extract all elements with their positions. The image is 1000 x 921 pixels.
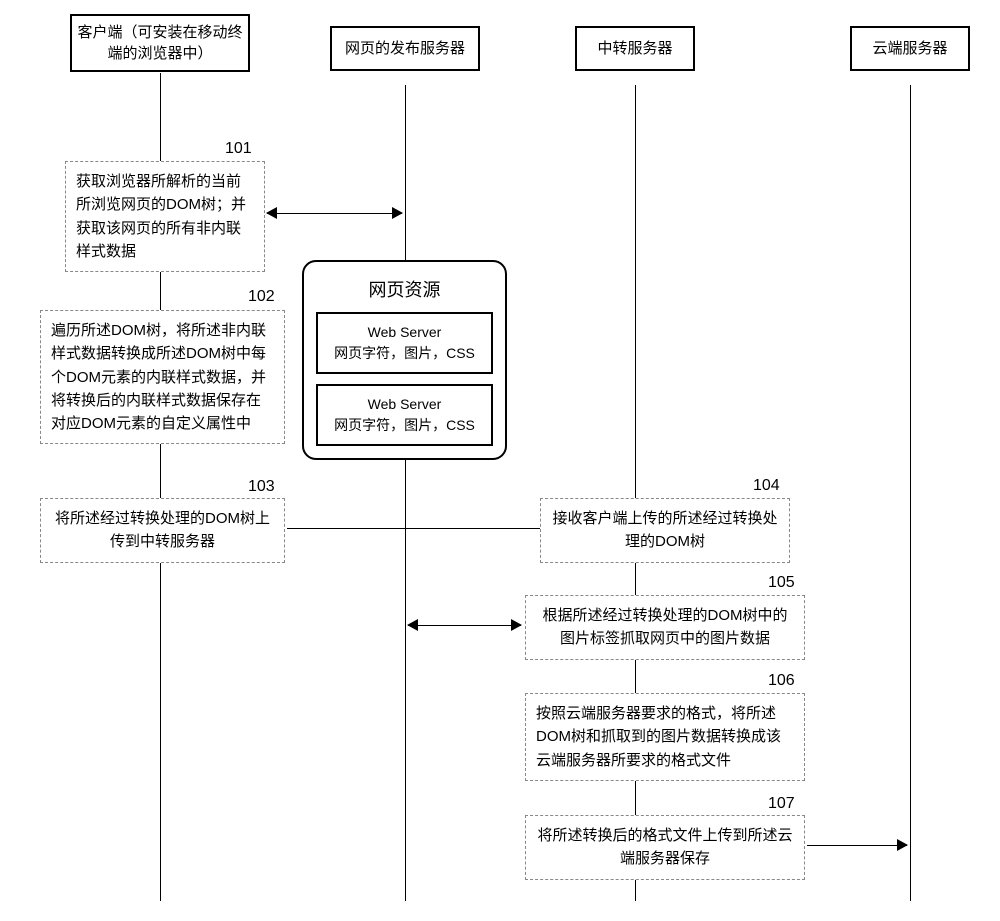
step-104-box: 接收客户端上传的所述经过转换处理的DOM树 <box>540 498 790 563</box>
step-101-label: 101 <box>225 140 252 158</box>
resource-server-2-name: Web Server <box>328 394 481 415</box>
step-101-text: 获取浏览器所解析的当前所浏览网页的DOM树；并获取该网页的所有非内联样式数据 <box>76 173 246 260</box>
step-107-label: 107 <box>768 795 795 813</box>
participant-client-label: 客户端（可安装在移动终端的浏览器中） <box>77 24 242 62</box>
step-107-text: 将所述转换后的格式文件上传到所述云端服务器保存 <box>537 827 792 867</box>
step-106-box: 按照云端服务器要求的格式，将所述DOM树和抓取到的图片数据转换成该云端服务器所要… <box>525 693 805 781</box>
resource-server-2: Web Server 网页字符，图片，CSS <box>316 384 493 446</box>
step-106-label: 106 <box>768 672 795 690</box>
arrow-105 <box>408 625 521 626</box>
participant-relay: 中转服务器 <box>575 26 695 71</box>
step-104-label: 104 <box>753 477 780 495</box>
participant-cloud: 云端服务器 <box>850 26 970 71</box>
participant-cloud-label: 云端服务器 <box>872 40 947 57</box>
arrow-107 <box>807 845 907 846</box>
participant-publish: 网页的发布服务器 <box>330 26 480 71</box>
step-105-label: 105 <box>768 574 795 592</box>
resource-group: 网页资源 Web Server 网页字符，图片，CSS Web Server 网… <box>302 260 507 460</box>
step-102-text: 遍历所述DOM树，将所述非内联样式数据转换成所述DOM树中每个DOM元素的内联样… <box>51 322 266 432</box>
step-102-label: 102 <box>248 288 275 306</box>
lifeline-cloud <box>910 85 911 901</box>
resource-server-1: Web Server 网页字符，图片，CSS <box>316 312 493 374</box>
step-101-box: 获取浏览器所解析的当前所浏览网页的DOM树；并获取该网页的所有非内联样式数据 <box>65 161 265 272</box>
step-102-box: 遍历所述DOM树，将所述非内联样式数据转换成所述DOM树中每个DOM元素的内联样… <box>40 310 285 444</box>
arrow-101 <box>267 213 402 214</box>
step-105-box: 根据所述经过转换处理的DOM树中的图片标签抓取网页中的图片数据 <box>525 595 805 660</box>
participant-relay-label: 中转服务器 <box>597 40 672 57</box>
participant-client: 客户端（可安装在移动终端的浏览器中） <box>70 14 250 72</box>
resource-title: 网页资源 <box>316 276 493 302</box>
lifeline-publish <box>405 85 406 901</box>
resource-server-1-name: Web Server <box>328 322 481 343</box>
step-103-text: 将所述经过转换处理的DOM树上传到中转服务器 <box>55 510 270 550</box>
resource-server-1-desc: 网页字符，图片，CSS <box>328 343 481 364</box>
step-103-box: 将所述经过转换处理的DOM树上传到中转服务器 <box>40 498 285 563</box>
resource-server-2-desc: 网页字符，图片，CSS <box>328 415 481 436</box>
step-107-box: 将所述转换后的格式文件上传到所述云端服务器保存 <box>525 815 805 880</box>
participant-publish-label: 网页的发布服务器 <box>345 40 465 57</box>
step-103-label: 103 <box>248 478 275 496</box>
step-104-text: 接收客户端上传的所述经过转换处理的DOM树 <box>552 510 777 550</box>
step-106-text: 按照云端服务器要求的格式，将所述DOM树和抓取到的图片数据转换成该云端服务器所要… <box>536 705 781 769</box>
step-105-text: 根据所述经过转换处理的DOM树中的图片标签抓取网页中的图片数据 <box>543 607 788 647</box>
